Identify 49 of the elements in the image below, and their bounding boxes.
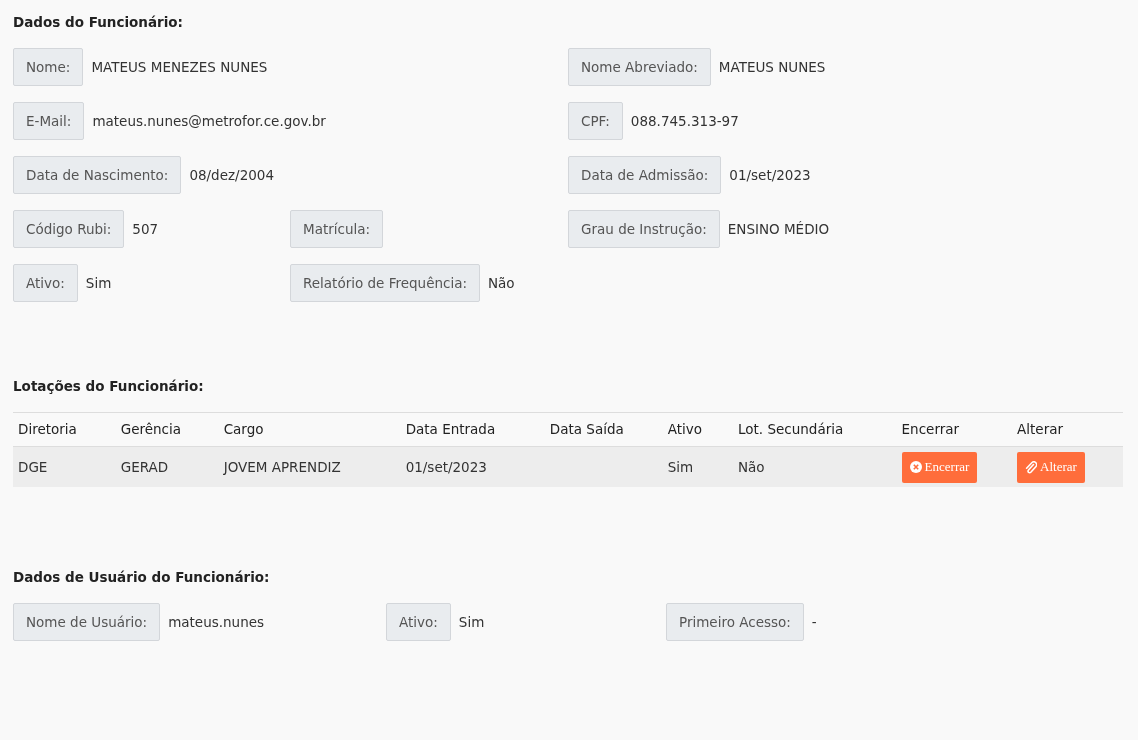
paperclip-icon xyxy=(1025,460,1038,474)
column-header: Data Saída xyxy=(544,412,663,447)
close-button[interactable]: Encerrar xyxy=(901,451,978,483)
table-cell: 01/set/2023 xyxy=(405,459,487,475)
field-value: 088.745.313-97 xyxy=(630,113,739,129)
section-title: Lotações do Funcionário: xyxy=(13,378,205,394)
column-header: Alterar xyxy=(1012,412,1123,447)
column-header: Lot. Secundária xyxy=(733,412,897,447)
field-value: 08/dez/2004 xyxy=(189,167,274,183)
field-label: Data de Admissão: xyxy=(568,156,722,194)
column-header: Diretoria xyxy=(13,412,116,447)
field-label: Relatório de Frequência: xyxy=(290,264,480,302)
section-title: Dados de Usuário do Funcionário: xyxy=(13,569,271,585)
field-value: - xyxy=(811,614,817,630)
field-value: MATEUS NUNES xyxy=(718,59,826,75)
field-value: ENSINO MÉDIO xyxy=(727,221,830,237)
field-label: E-Mail: xyxy=(13,102,85,140)
column-header: Data Entrada xyxy=(400,412,545,447)
field-value: mateus.nunes xyxy=(168,614,265,630)
field-label: Ativo: xyxy=(386,603,451,641)
close-icon xyxy=(909,461,922,473)
field-value: MATEUS MENEZES NUNES xyxy=(91,59,268,75)
field-label: Nome: xyxy=(13,48,84,86)
table-cell: Sim xyxy=(667,459,694,475)
table-cell: JOVEM APRENDIZ xyxy=(223,459,341,475)
field-label: Código Rubi: xyxy=(13,210,125,248)
column-header: Cargo xyxy=(218,412,401,447)
field-value: 507 xyxy=(132,221,159,237)
field-label: Grau de Instrução: xyxy=(568,210,720,248)
field-value: mateus.nunes@metrofor.ce.gov.br xyxy=(92,113,326,129)
table-cell: GERAD xyxy=(120,459,169,475)
field-label: Data de Nascimento: xyxy=(13,156,182,194)
table-cell: Não xyxy=(738,459,765,475)
field-value: Não xyxy=(488,275,515,291)
edit-button[interactable]: Alterar xyxy=(1017,451,1085,483)
field-value: Sim xyxy=(458,614,485,630)
column-header: Gerência xyxy=(115,412,219,447)
field-value: Sim xyxy=(85,275,112,291)
field-label: Nome de Usuário: xyxy=(13,603,161,641)
table-cell: DGE xyxy=(18,459,48,475)
field-label: Ativo: xyxy=(13,264,78,302)
field-label: Matrícula: xyxy=(290,210,384,248)
field-value: 01/set/2023 xyxy=(729,167,811,183)
column-header: Ativo xyxy=(662,412,733,447)
field-label: Primeiro Acesso: xyxy=(666,603,804,641)
field-label: CPF: xyxy=(568,102,623,140)
column-header: Encerrar xyxy=(896,412,1013,447)
field-label: Nome Abreviado: xyxy=(568,48,711,86)
section-title: Dados do Funcionário: xyxy=(13,14,184,30)
